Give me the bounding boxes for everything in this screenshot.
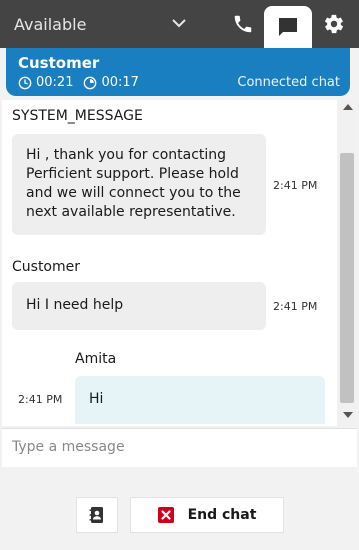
contact-header[interactable]: Customer 00:21 00:17 Connected chat	[6, 48, 350, 96]
contact-name: Customer	[18, 54, 100, 72]
total-timer-value: 00:21	[36, 75, 74, 90]
ccp-app: Available Customer 00:21 00:17 Connected…	[0, 0, 359, 550]
contact-timers: 00:21 00:17	[18, 75, 149, 90]
scrollbar-thumb[interactable]	[340, 153, 354, 403]
scroll-down-arrow-icon[interactable]	[343, 412, 353, 418]
scroll-up-arrow-icon[interactable]	[343, 104, 353, 110]
state-timer: 00:17	[83, 75, 139, 90]
phone-button[interactable]	[222, 0, 264, 48]
chat-footer: End chat	[0, 467, 359, 550]
status-label: Available	[14, 14, 87, 34]
message-time: 2:41 PM	[18, 393, 63, 406]
message-bubble: Hi	[75, 376, 325, 424]
message-sender: SYSTEM_MESSAGE	[12, 108, 143, 124]
quick-connects-button[interactable]	[76, 497, 118, 533]
chat-tab-button[interactable]	[264, 6, 312, 48]
close-icon	[157, 507, 174, 523]
status-dropdown[interactable]: Available	[0, 0, 220, 48]
chat-transcript[interactable]: SYSTEM_MESSAGE Hi , thank you for contac…	[2, 100, 337, 426]
message-time: 2:41 PM	[273, 300, 318, 313]
address-book-icon	[89, 507, 103, 523]
chevron-down-icon	[172, 19, 186, 28]
total-timer: 00:21	[18, 75, 73, 90]
clock-icon	[18, 76, 32, 89]
message-input[interactable]	[2, 429, 359, 465]
top-bar: Available	[0, 0, 359, 48]
message-sender: Customer	[12, 259, 81, 275]
transcript-scrollbar[interactable]	[337, 100, 357, 426]
state-timer-icon	[84, 76, 97, 89]
settings-button[interactable]	[314, 0, 354, 48]
phone-icon	[234, 15, 252, 33]
state-timer-value: 00:17	[101, 75, 139, 90]
message-sender: Amita	[75, 351, 117, 367]
end-chat-button[interactable]: End chat	[130, 497, 284, 533]
gear-icon	[324, 14, 344, 34]
end-chat-label: End chat	[187, 507, 257, 523]
chat-icon	[279, 18, 297, 36]
message-composer	[2, 428, 359, 468]
message-bubble: Hi I need help	[12, 282, 266, 330]
message-time: 2:41 PM	[273, 179, 318, 192]
message-bubble: Hi , thank you for contacting Perficient…	[12, 134, 266, 235]
contact-state: Connected chat	[237, 75, 340, 90]
